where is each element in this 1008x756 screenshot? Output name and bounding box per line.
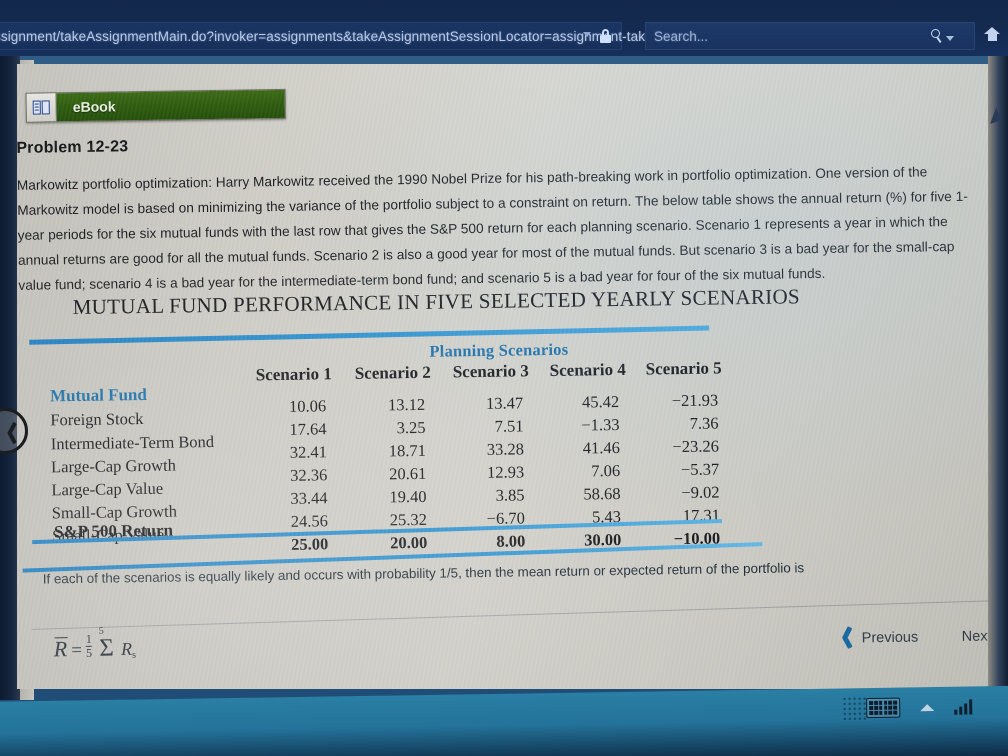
cell-value: 24.56 bbox=[290, 511, 329, 531]
browser-toolbar: ssignment/takeAssignmentMain.do?invoker=… bbox=[0, 0, 1008, 56]
window-right-edge bbox=[988, 56, 1008, 700]
cell-value: −5.37 bbox=[680, 459, 720, 480]
column-header-scenario-3: Scenario 3 bbox=[452, 361, 529, 382]
formula-lhs: R bbox=[53, 635, 68, 661]
mouse-cursor bbox=[990, 107, 1008, 130]
ebook-button[interactable]: eBook bbox=[25, 88, 286, 123]
cell-value: 7.36 bbox=[689, 413, 719, 433]
chevron-down-icon[interactable] bbox=[946, 36, 954, 41]
search-icon-group[interactable] bbox=[930, 28, 954, 43]
table-top-rule bbox=[29, 325, 710, 345]
page-title: Problem 12-23 bbox=[17, 138, 129, 157]
assignment-page: eBook Problem 12-23 Markowitz portfolio … bbox=[17, 64, 1008, 689]
keyboard-icon[interactable] bbox=[866, 697, 901, 719]
signal-bars-icon[interactable] bbox=[954, 698, 973, 715]
cell-value: 13.12 bbox=[387, 394, 426, 415]
cell-value: 45.42 bbox=[581, 391, 620, 412]
taskbar-texture bbox=[842, 696, 869, 723]
cell-value: −23.26 bbox=[672, 436, 720, 457]
column-header-scenario-4: Scenario 4 bbox=[549, 359, 626, 380]
column-header-scenario-2: Scenario 2 bbox=[354, 362, 431, 383]
cell-value: 33.28 bbox=[486, 439, 525, 459]
cell-value: 20.61 bbox=[388, 463, 427, 484]
chevron-left-icon[interactable] bbox=[841, 626, 856, 649]
cell-value: 20.00 bbox=[389, 532, 428, 553]
cell-value: 7.06 bbox=[591, 460, 621, 481]
search-icon bbox=[930, 28, 943, 43]
formula-sigma: 5 Σ bbox=[92, 625, 121, 662]
system-tray bbox=[866, 696, 973, 719]
table-group-header: Planning Scenarios bbox=[429, 339, 569, 361]
column-header-scenario-5: Scenario 5 bbox=[645, 358, 722, 379]
cell-value: 12.93 bbox=[486, 462, 525, 482]
chevron-down-icon[interactable] bbox=[583, 32, 591, 37]
address-bar-url: ssignment/takeAssignmentMain.do?invoker=… bbox=[0, 28, 653, 44]
book-icon bbox=[26, 93, 57, 122]
formula-term-subscript: s bbox=[132, 649, 137, 661]
cell-value: 25.00 bbox=[291, 534, 329, 554]
cell-value: −21.93 bbox=[671, 390, 719, 411]
cell-value: 8.00 bbox=[496, 531, 526, 551]
lock-icon bbox=[600, 29, 611, 43]
problem-description: Markowitz portfolio optimization: Harry … bbox=[17, 164, 968, 293]
chevron-left-icon bbox=[7, 421, 19, 445]
post-table-text: If each of the scenarios is equally like… bbox=[42, 560, 805, 587]
cell-value: 41.46 bbox=[582, 437, 621, 458]
cell-value: 33.44 bbox=[290, 488, 328, 508]
formula-equals: = bbox=[71, 639, 83, 661]
chevron-up-icon[interactable] bbox=[920, 703, 935, 711]
cell-value: 58.68 bbox=[583, 483, 621, 504]
ebook-button-label: eBook bbox=[72, 98, 116, 116]
search-input[interactable]: Search... bbox=[645, 22, 975, 50]
cell-value: 32.36 bbox=[289, 465, 328, 485]
mean-return-formula: R = 1 5 5 Σ Rs bbox=[53, 625, 137, 663]
cell-value: 10.06 bbox=[288, 396, 327, 416]
cell-value: −9.02 bbox=[681, 482, 720, 503]
pagination-nav: Previous Next bbox=[841, 621, 1008, 658]
cell-value: 19.40 bbox=[389, 486, 427, 507]
cell-value: 7.51 bbox=[494, 416, 524, 436]
screen: ssignment/takeAssignmentMain.do?invoker=… bbox=[0, 0, 1008, 756]
cell-value: 17.64 bbox=[289, 419, 327, 439]
cell-value: −1.33 bbox=[581, 414, 620, 435]
cell-value: 18.71 bbox=[388, 440, 427, 461]
cell-value: 13.47 bbox=[485, 393, 524, 413]
home-icon[interactable] bbox=[984, 27, 1000, 42]
cell-value: 32.41 bbox=[289, 442, 328, 462]
search-placeholder: Search... bbox=[654, 28, 709, 44]
column-header-scenario-1: Scenario 1 bbox=[255, 364, 332, 385]
cell-value: 3.25 bbox=[396, 417, 426, 438]
sigma-glyph: Σ bbox=[99, 634, 114, 662]
formula-term: R bbox=[120, 638, 133, 659]
address-bar[interactable]: ssignment/takeAssignmentMain.do?invoker=… bbox=[0, 22, 653, 50]
cell-value: 3.85 bbox=[495, 485, 525, 505]
page-viewport: eBook Problem 12-23 Markowitz portfolio … bbox=[17, 64, 1008, 689]
previous-button[interactable]: Previous bbox=[862, 630, 919, 647]
